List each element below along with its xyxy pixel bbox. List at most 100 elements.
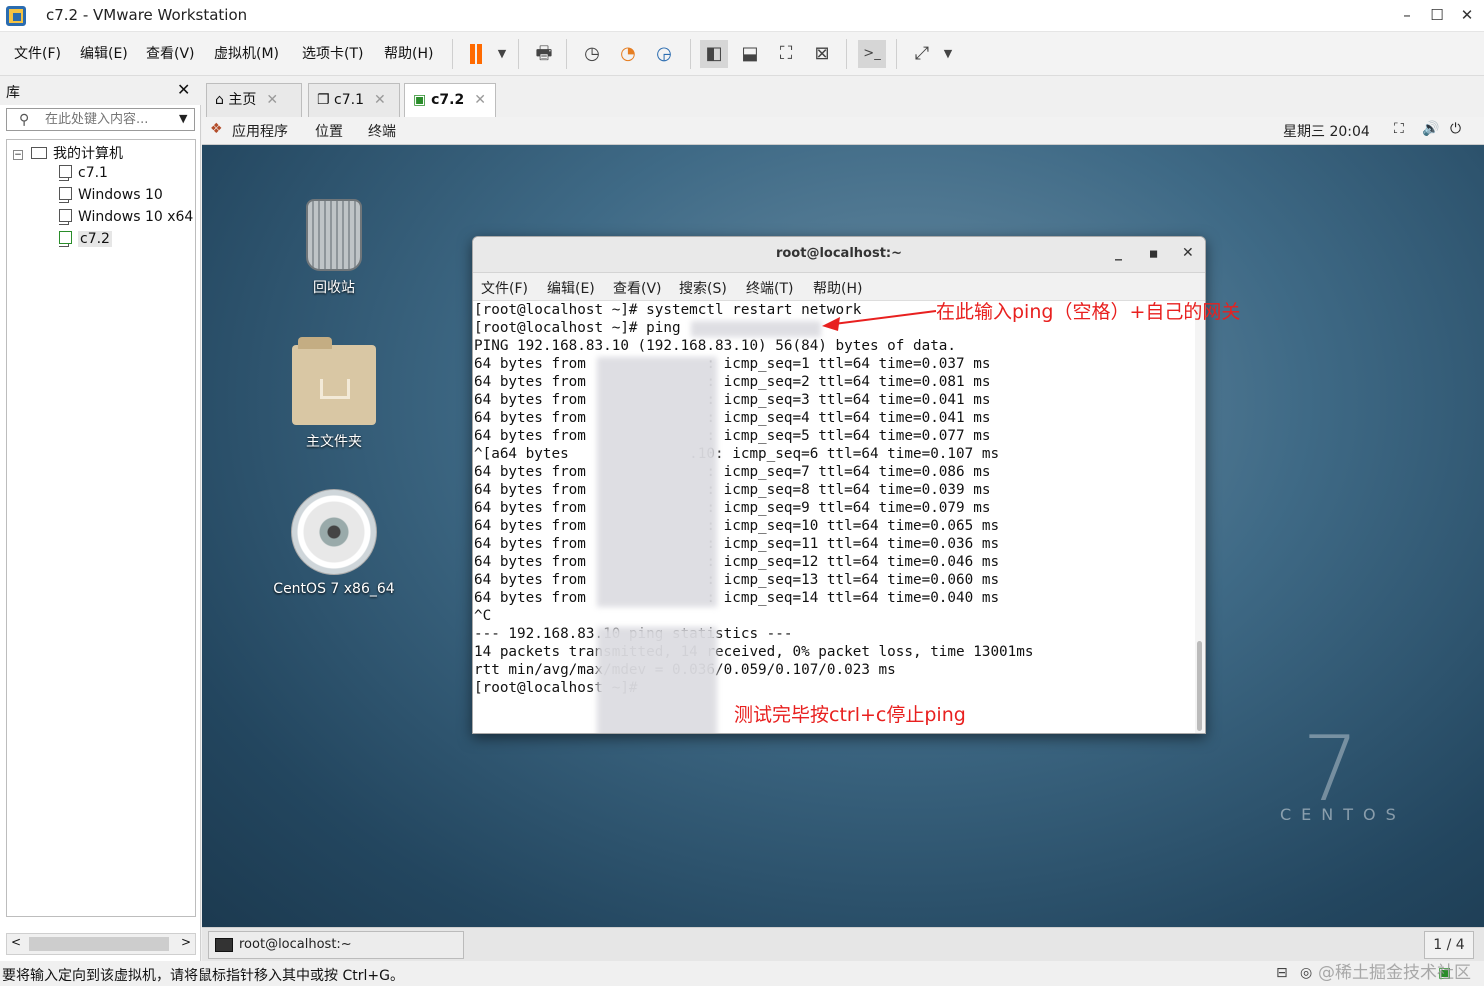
scroll-left-icon[interactable]: <: [11, 935, 21, 949]
power-dropdown-icon[interactable]: ▼: [488, 40, 516, 68]
volume-icon[interactable]: 🔊: [1422, 121, 1439, 137]
desktop-disc[interactable]: CentOS 7 x86_64: [264, 489, 404, 597]
tab-home[interactable]: ⌂ 主页 ✕: [206, 83, 302, 117]
terminal-maximize-button[interactable]: ◼: [1149, 247, 1158, 260]
terminal-line: 64 bytes from : icmp_seq=10 ttl=64 time=…: [474, 518, 1000, 534]
gnome-terminal-menu[interactable]: 终端: [368, 121, 396, 141]
maximize-button[interactable]: ☐: [1426, 4, 1448, 26]
vm-display[interactable]: ❖ 应用程序 位置 终端 星期三 20:04 ⛶ 🔊 ⏻ 回收站 主文件夹 Ce…: [202, 117, 1484, 927]
taskbar-terminal-button[interactable]: root@localhost:~: [208, 931, 464, 959]
thumbnail-view-icon[interactable]: ⬓: [736, 40, 764, 68]
terminal-output[interactable]: [root@localhost ~]# systemctl restart ne…: [473, 301, 1195, 733]
terminal-title: root@localhost:~: [775, 246, 903, 261]
unity-icon[interactable]: ⊠: [808, 40, 836, 68]
terminal-menu-terminal[interactable]: 终端(T): [746, 278, 793, 298]
fullscreen-icon[interactable]: ⛶: [772, 40, 800, 68]
terminal-menu-help[interactable]: 帮助(H): [813, 278, 862, 298]
workspace-pager[interactable]: 1 / 4: [1424, 931, 1474, 959]
terminal-minimize-button[interactable]: _: [1115, 245, 1122, 261]
cd-icon[interactable]: ◎: [1300, 965, 1312, 981]
tree-root[interactable]: − 我的计算机: [13, 143, 123, 165]
terminal-scroll-thumb[interactable]: [1197, 641, 1202, 731]
gnome-places-menu[interactable]: 位置: [315, 121, 343, 141]
tree-item-label: c7.1: [78, 165, 108, 181]
tree-item-win10x64[interactable]: Windows 10 x64: [59, 209, 195, 231]
library-view-icon[interactable]: ◧: [700, 40, 728, 68]
terminal-line: 64 bytes from : icmp_seq=1 ttl=64 time=0…: [474, 356, 991, 372]
terminal-menu-file[interactable]: 文件(F): [481, 278, 528, 298]
terminal-line: 64 bytes from : icmp_seq=12 ttl=64 time=…: [474, 554, 1000, 570]
tab-close-icon[interactable]: ✕: [374, 92, 386, 108]
toolbar-separator: [518, 39, 519, 69]
library-close-button[interactable]: ✕: [177, 80, 190, 99]
toolbar-separator: [452, 39, 453, 69]
terminal-titlebar[interactable]: root@localhost:~ _ ◼ ✕: [473, 237, 1205, 273]
terminal-menu-view[interactable]: 查看(V): [613, 278, 662, 298]
menu-edit[interactable]: 编辑(E): [80, 43, 128, 63]
pause-vm-button[interactable]: [462, 40, 490, 68]
library-hscrollbar[interactable]: < >: [6, 933, 196, 955]
menu-vm[interactable]: 虚拟机(M): [214, 43, 279, 63]
close-button[interactable]: ✕: [1456, 4, 1478, 26]
tree-item-c71[interactable]: c7.1: [59, 165, 108, 187]
tab-label: 主页: [228, 92, 257, 108]
desktop-home-folder[interactable]: 主文件夹: [274, 337, 394, 451]
collapse-icon[interactable]: −: [13, 150, 23, 160]
terminal-line: 64 bytes from : icmp_seq=4 ttl=64 time=0…: [474, 410, 991, 426]
minimize-button[interactable]: –: [1396, 4, 1418, 26]
chevron-down-icon[interactable]: ▼: [179, 112, 187, 125]
terminal-line: PING 192.168.83.10 (192.168.83.10) 56(84…: [474, 338, 957, 354]
tab-c72[interactable]: ▣ c7.2 ✕: [404, 83, 496, 118]
menu-tabs[interactable]: 选项卡(T): [302, 43, 363, 63]
terminal-line: 64 bytes from : icmp_seq=13 ttl=64 time=…: [474, 572, 1000, 588]
redaction-blur: [597, 357, 717, 607]
menu-file[interactable]: 文件(F): [14, 43, 61, 63]
tab-c71[interactable]: ❐ c7.1 ✕: [308, 83, 400, 117]
search-icon: ⚲: [19, 112, 30, 128]
tree-item-win10[interactable]: Windows 10: [59, 187, 195, 209]
vm-running-icon: [59, 231, 72, 244]
desktop-trash[interactable]: 回收站: [274, 199, 394, 297]
vmware-logo-icon: [6, 6, 26, 26]
annotation-arrow: [822, 310, 937, 331]
terminal-line: [root@localhost ~]#: [474, 680, 647, 696]
console-view-icon[interactable]: >_: [858, 40, 886, 68]
network-icon[interactable]: ⛶: [1394, 121, 1404, 137]
redaction-blur: [691, 321, 821, 337]
terminal-line: ^C: [474, 608, 492, 624]
taskbar-item-label: root@localhost:~: [239, 937, 352, 952]
gnome-apps-menu[interactable]: 应用程序: [232, 121, 288, 141]
library-search-input[interactable]: [45, 112, 173, 127]
gnome-clock[interactable]: 星期三 20:04: [1283, 121, 1370, 141]
vm-icon: ❐: [317, 92, 335, 108]
snapshot-manager-icon[interactable]: ◶: [650, 40, 678, 68]
window-title: c7.2 - VMware Workstation: [46, 6, 248, 24]
hdd-icon[interactable]: ⊟: [1276, 965, 1288, 981]
tree-item-c72[interactable]: c7.2: [59, 231, 112, 253]
revert-snapshot-icon[interactable]: ◔: [614, 40, 642, 68]
stretch-dropdown-icon[interactable]: ▼: [934, 40, 962, 68]
menu-view[interactable]: 查看(V): [146, 43, 195, 63]
terminal-scrollbar[interactable]: [1195, 301, 1205, 733]
tab-strip: ⌂ 主页 ✕ ❐ c7.1 ✕ ▣ c7.2 ✕: [202, 77, 1484, 118]
stretch-guest-icon[interactable]: ⤢: [908, 40, 936, 68]
scroll-right-icon[interactable]: >: [181, 935, 191, 949]
library-search[interactable]: ⚲ ▼: [6, 108, 195, 131]
terminal-menu-edit[interactable]: 编辑(E): [547, 278, 595, 298]
terminal-line: 14 packets transmitted, 14 received, 0% …: [474, 644, 1034, 660]
tab-close-icon[interactable]: ✕: [474, 92, 486, 108]
power-icon[interactable]: ⏻: [1450, 121, 1461, 137]
terminal-menu-search[interactable]: 搜索(S): [679, 278, 727, 298]
scroll-thumb[interactable]: [29, 937, 169, 951]
snapshot-icon[interactable]: ◷: [578, 40, 606, 68]
disc-icon: [291, 489, 377, 575]
status-text: 要将输入定向到该虚拟机，请将鼠标指针移入其中或按 Ctrl+G。: [2, 968, 404, 984]
send-ctrl-alt-del-icon[interactable]: 🖶: [530, 40, 558, 68]
terminal-line: 64 bytes from : icmp_seq=7 ttl=64 time=0…: [474, 464, 991, 480]
terminal-lines: [root@localhost ~]# systemctl restart ne…: [474, 301, 1033, 697]
tab-close-icon[interactable]: ✕: [266, 92, 278, 108]
terminal-close-button[interactable]: ✕: [1182, 245, 1194, 261]
tree-root-label: 我的计算机: [53, 146, 123, 162]
terminal-line: 64 bytes from : icmp_seq=9 ttl=64 time=0…: [474, 500, 991, 516]
menu-help[interactable]: 帮助(H): [384, 43, 433, 63]
